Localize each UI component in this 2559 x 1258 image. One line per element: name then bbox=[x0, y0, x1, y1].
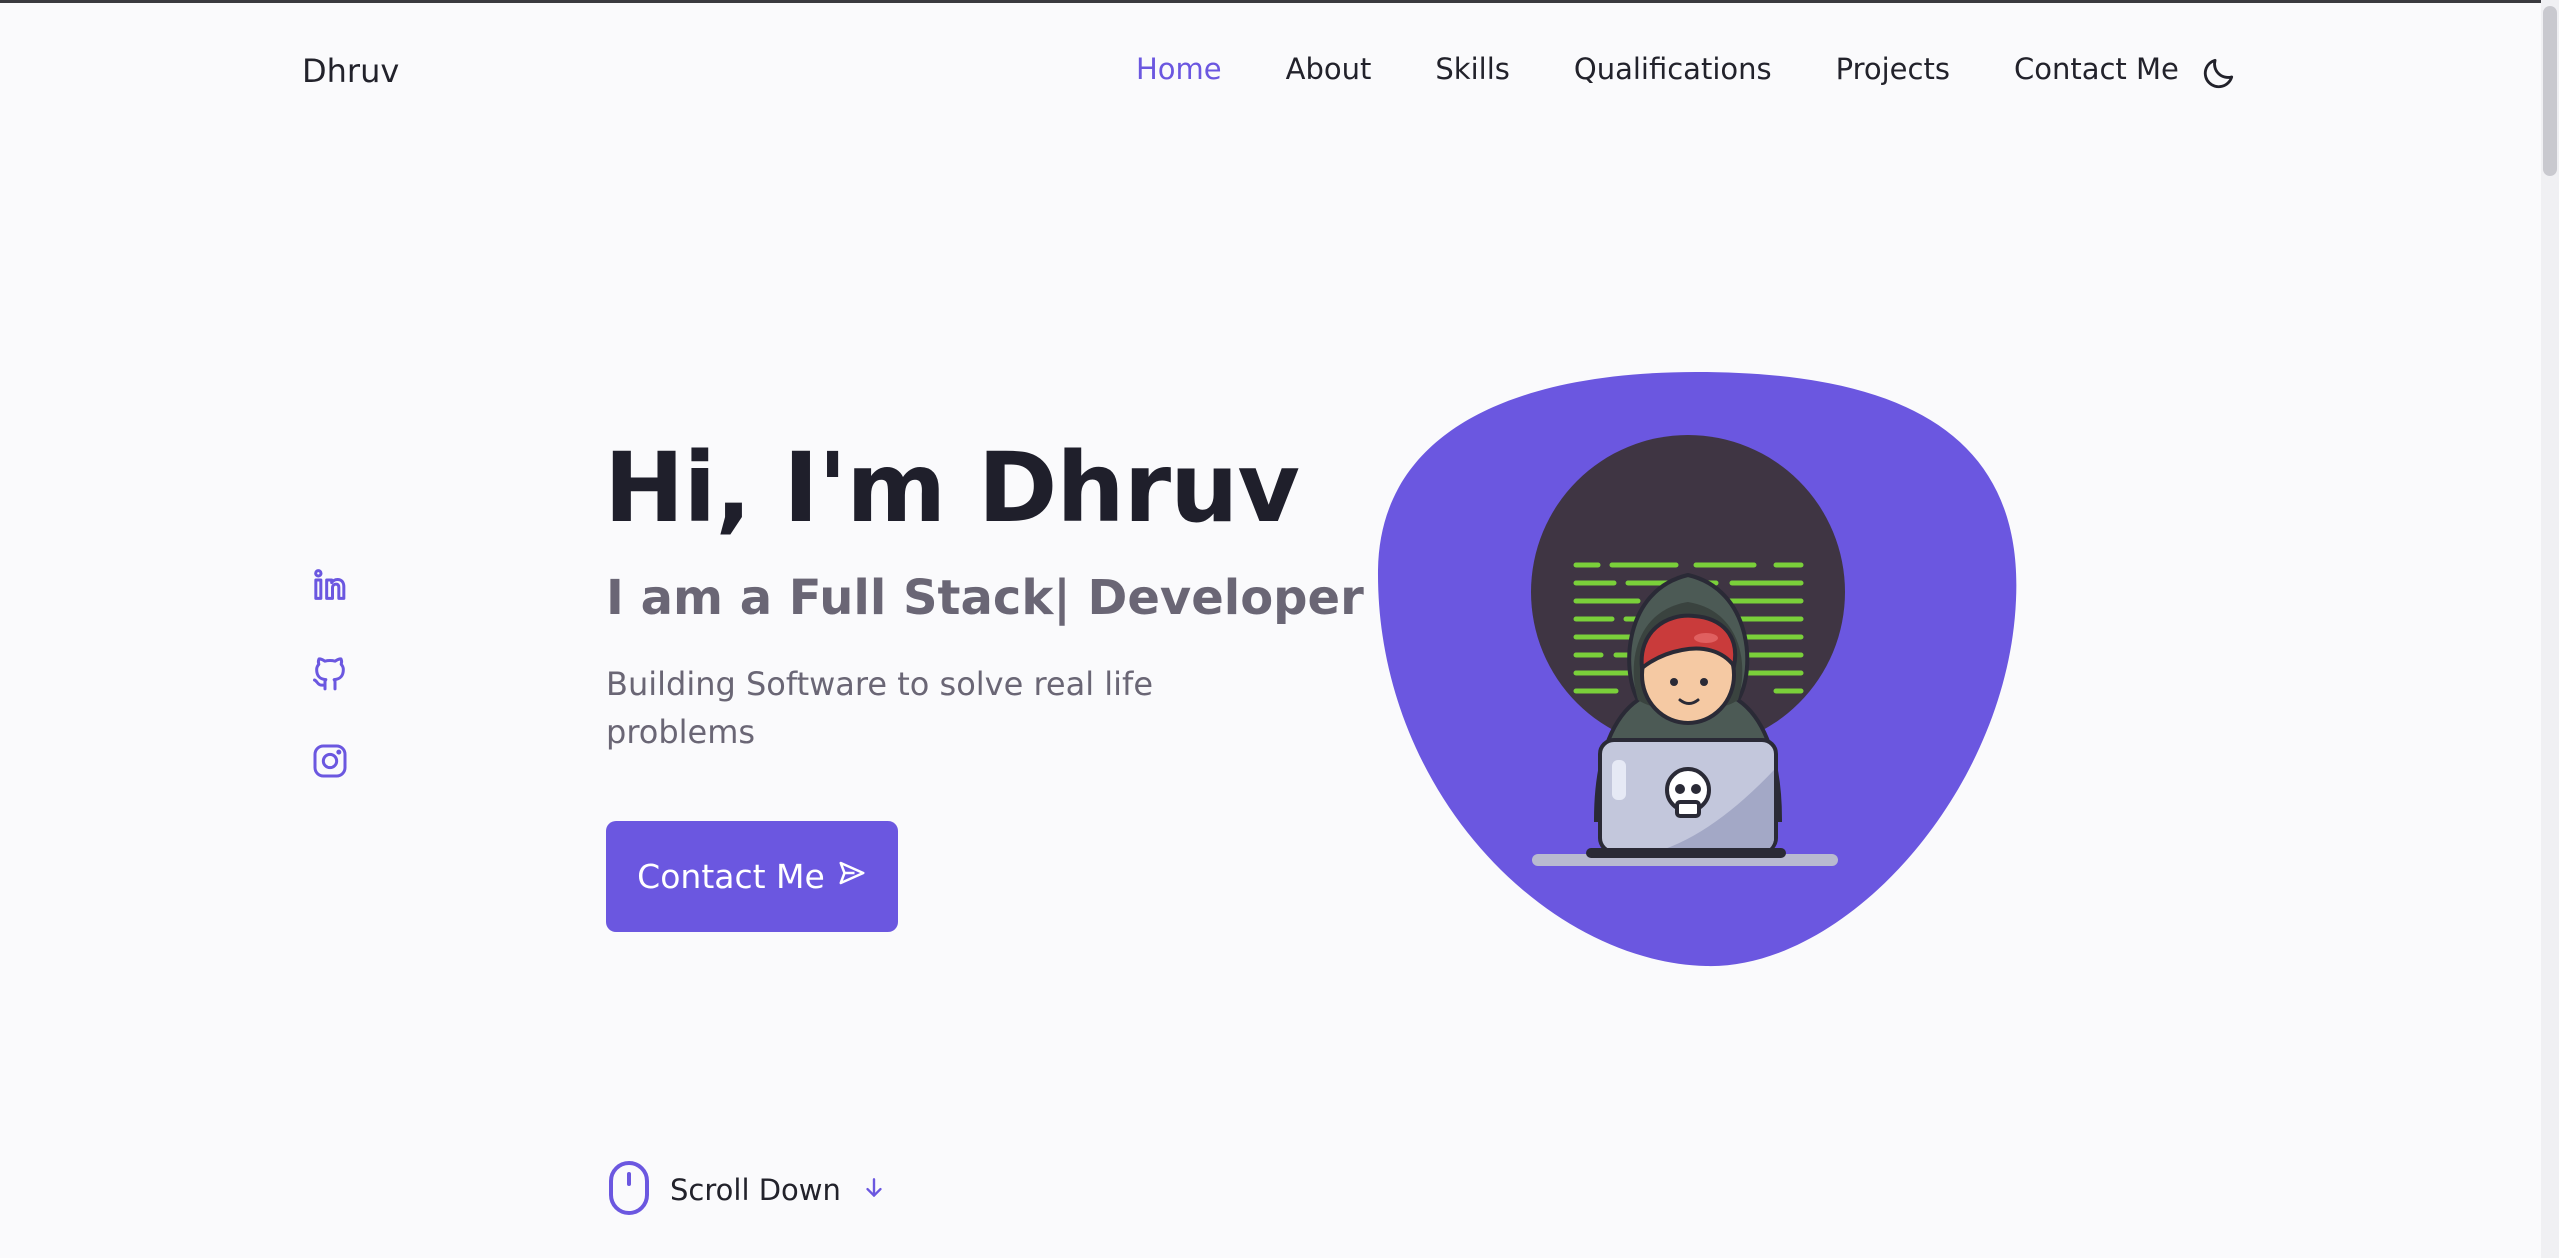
nav-qualifications[interactable]: Qualifications bbox=[1574, 52, 1772, 86]
scroll-down-label: Scroll Down bbox=[670, 1173, 841, 1207]
github-icon[interactable] bbox=[310, 653, 350, 693]
arrow-down-icon bbox=[861, 1173, 887, 1207]
hero-title: Hi, I'm Dhruv bbox=[604, 432, 1300, 544]
nav-contact[interactable]: Contact Me bbox=[2014, 52, 2179, 86]
social-links bbox=[310, 565, 350, 781]
nav-home[interactable]: Home bbox=[1136, 52, 1222, 86]
scrollbar-thumb[interactable] bbox=[2543, 6, 2557, 176]
hero-description: Building Software to solve real life pro… bbox=[606, 665, 1153, 751]
main-nav: Home About Skills Qualifications Project… bbox=[1136, 52, 2179, 86]
moon-icon[interactable] bbox=[2200, 54, 2238, 92]
contact-me-label: Contact Me bbox=[637, 857, 825, 896]
send-icon bbox=[837, 857, 867, 896]
scroll-down-link[interactable]: Scroll Down bbox=[608, 1160, 887, 1220]
contact-me-button[interactable]: Contact Me bbox=[606, 821, 898, 932]
nav-projects[interactable]: Projects bbox=[1836, 52, 1950, 86]
nav-skills[interactable]: Skills bbox=[1435, 52, 1509, 86]
site-header: Dhruv Home About Skills Qualifications P… bbox=[0, 0, 2541, 150]
hero-blob-image bbox=[1376, 370, 2018, 968]
logo[interactable]: Dhruv bbox=[302, 52, 399, 90]
page-scrollbar[interactable] bbox=[2541, 0, 2559, 1258]
linkedin-icon[interactable] bbox=[310, 565, 350, 605]
instagram-icon[interactable] bbox=[310, 741, 350, 781]
nav-about[interactable]: About bbox=[1286, 52, 1372, 86]
hero-subtitle: I am a Full Stack| Developer bbox=[606, 570, 1364, 626]
mouse-icon bbox=[608, 1160, 650, 1220]
